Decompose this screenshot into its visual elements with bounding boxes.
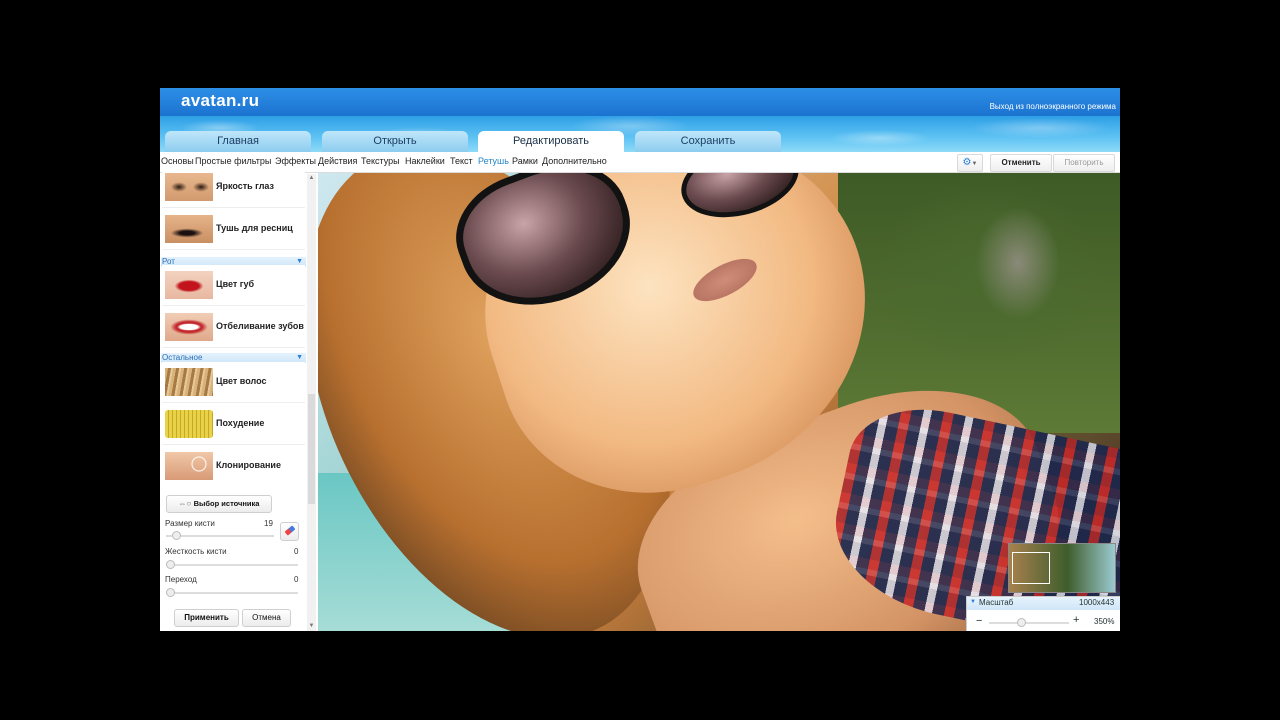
zoom-percent: 350% [1094,617,1115,626]
eraser-icon [284,525,295,536]
photo-canvas[interactable] [318,173,1120,631]
zoom-slider[interactable] [989,622,1069,624]
panel-scrollbar[interactable]: ▲ ▼ [307,174,316,631]
scroll-up-icon[interactable]: ▲ [308,175,315,182]
tool-lip-color[interactable]: Цвет губ [162,265,305,306]
move-arrows-icon: ⇔ [178,499,187,508]
image-dimensions: 1000x443 [1079,598,1115,607]
retouch-tools-panel: Яркость глаз Тушь для ресниц Рот ▼ Цвет … [160,167,316,631]
tab-open[interactable]: Открыть [322,131,468,152]
measuring-tape-thumb-icon [165,410,213,438]
navigator-minimap[interactable] [1008,543,1116,593]
photo-forest-cliff [838,173,1120,433]
tool-label: Цвет волос [216,376,267,386]
redo-button[interactable]: Повторить [1053,154,1115,172]
menu-frames[interactable]: Рамки [512,156,538,166]
clone-thumb-icon [165,452,213,480]
exit-fullscreen-link[interactable]: Выход из полноэкранного режима [990,102,1116,111]
tool-label: Яркость глаз [216,181,275,191]
brush-size-slider[interactable] [166,535,274,537]
chevron-down-icon: ▼ [971,161,978,167]
select-source-label: Выбор источника [193,499,260,508]
tool-label: Клонирование [216,460,281,470]
site-logo[interactable]: avatan.ru [181,91,259,111]
teeth-thumb-icon [165,313,213,341]
zoom-label: Масштаб [979,598,1014,607]
brush-hardness-slider[interactable] [166,564,298,566]
transition-value: 0 [294,575,299,584]
tool-label: Цвет губ [216,279,255,289]
zoom-in-button[interactable]: + [1073,614,1079,626]
tool-label: Похудение [216,418,265,428]
zoom-header: ▼ Масштаб 1000x443 [967,597,1120,610]
section-title: Остальное [162,353,203,362]
select-source-button[interactable]: ⇔○ Выбор источника [166,495,272,513]
transition-knob[interactable] [166,588,175,597]
lashes-thumb-icon [165,215,213,243]
tool-label: Тушь для ресниц [216,223,293,233]
tool-hair-color[interactable]: Цвет волос [162,362,305,403]
menu-retouch[interactable]: Ретушь [478,156,509,166]
tool-slimming[interactable]: Похудение [162,404,305,445]
tool-mascara[interactable]: Тушь для ресниц [162,209,305,250]
tab-save[interactable]: Сохранить [635,131,781,152]
tool-eye-brightness[interactable]: Яркость глаз [162,167,305,208]
collapse-triangle-icon[interactable]: ▼ [970,599,976,605]
circle-icon: ○ [186,499,192,508]
apply-button[interactable]: Применить [174,609,239,627]
transition-slider[interactable] [166,592,298,594]
zoom-out-button[interactable]: − [976,615,982,627]
tool-label: Отбеливание зубов [216,321,304,331]
tool-teeth-whitening[interactable]: Отбеливание зубов [162,307,305,348]
transition-label: Переход [165,575,197,584]
gear-icon: ⚙ [962,157,972,168]
scrollbar-thumb[interactable] [308,394,315,504]
menu-stickers[interactable]: Наклейки [405,156,445,166]
menu-additional[interactable]: Дополнительно [542,156,607,166]
brush-size-knob[interactable] [172,531,181,540]
settings-dropdown[interactable]: ⚙▼ [957,154,983,172]
brush-size-label: Размер кисти [165,519,215,528]
cancel-button[interactable]: Отмена [242,609,291,627]
zoom-panel: ▼ Масштаб 1000x443 − + 350% [966,596,1120,631]
navigator-viewport[interactable] [1012,552,1050,584]
lips-thumb-icon [165,271,213,299]
menu-simple-filters[interactable]: Простые фильтры [195,156,271,166]
brush-hardness-knob[interactable] [166,560,175,569]
menu-effects[interactable]: Эффекты [275,156,316,166]
undo-button[interactable]: Отменить [990,154,1052,172]
menu-actions[interactable]: Действия [318,156,357,166]
menu-basics[interactable]: Основы [161,156,194,166]
zoom-slider-knob[interactable] [1017,618,1026,627]
eraser-button[interactable] [280,522,299,541]
menu-text[interactable]: Текст [450,156,473,166]
scroll-down-icon[interactable]: ▼ [308,623,315,630]
eye-thumb-icon [165,173,213,201]
menu-textures[interactable]: Текстуры [361,156,400,166]
hair-thumb-icon [165,368,213,396]
brush-hardness-value: 0 [294,547,299,556]
tool-cloning[interactable]: Клонирование [162,446,305,486]
tab-edit[interactable]: Редактировать [478,131,624,152]
brush-hardness-label: Жесткость кисти [165,547,227,556]
tab-home[interactable]: Главная [165,131,311,152]
app-window: avatan.ru Выход из полноэкранного режима… [160,88,1120,631]
brush-size-value: 19 [264,519,273,528]
